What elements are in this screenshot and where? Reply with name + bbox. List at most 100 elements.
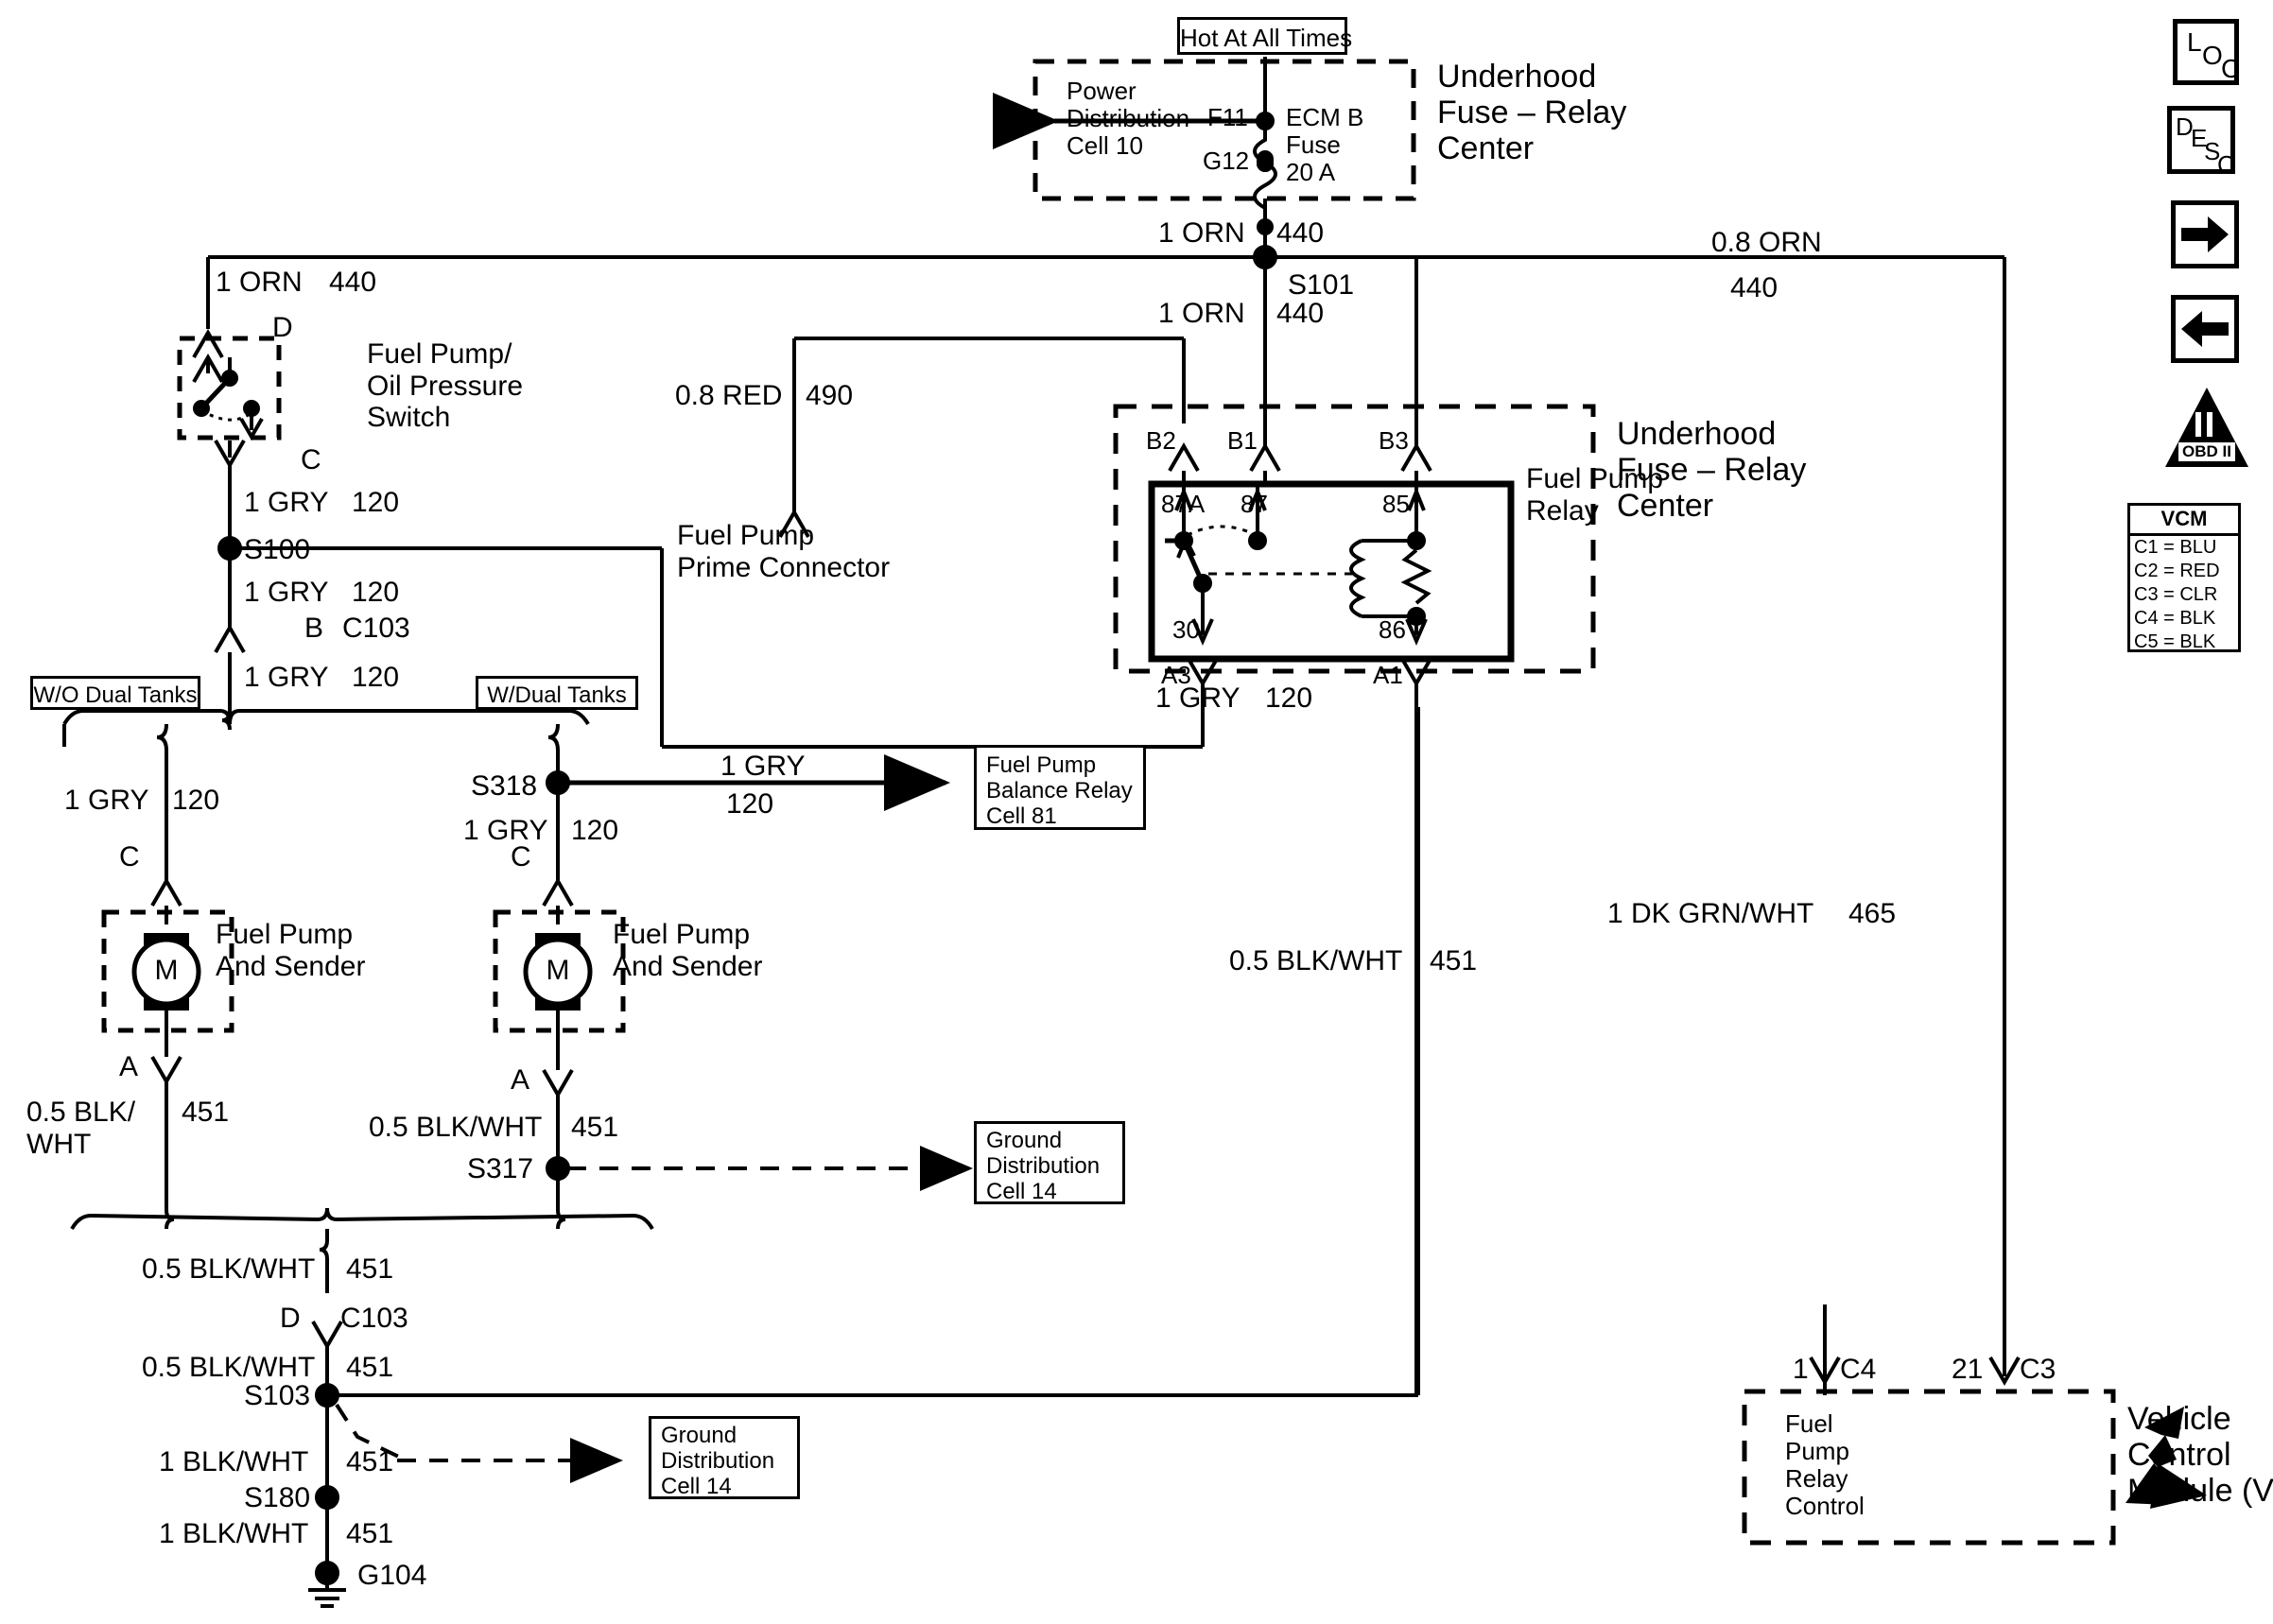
relay-terminal-30: 30 [1172,615,1200,644]
wire-1-gry-120-b: 1 GRY [244,577,329,608]
loc-letter-o: O [2202,41,2223,70]
connector-c-oil-switch: C [301,444,321,475]
wo-dual-tanks-label: W/O Dual Tanks [33,682,198,708]
wire-1-orn-440-main-number: 440 [1276,217,1325,249]
splice-s317-label: S317 [467,1153,534,1184]
wire-05-blkwht-right: 0.5 BLK/WHT [369,1112,543,1143]
wire-1-blkwht-b: 1 BLK/WHT [159,1518,309,1549]
connector-b3: B3 [1379,426,1409,455]
wire-05-blkwht-trunk1: 0.5 BLK/WHT [142,1253,316,1285]
loc-letter-l: L [2187,27,2202,57]
connector-a-pump-left: A [119,1051,139,1082]
wire-1-gry-balance: 1 GRY [720,751,806,782]
vcm-pin-c3-number: 21 [1952,1354,1984,1385]
relay-terminal-85: 85 [1382,490,1410,518]
wire-1-gry-120-a-number: 120 [352,487,400,518]
connector-c103-bot-pin: D [280,1303,301,1334]
wire-1-gry-120-left-tank: 1 GRY [64,785,149,816]
loc-button[interactable]: L O C [2173,19,2241,85]
wire-05-blkwht-left-number: 451 [182,1097,230,1128]
splice-s180-label: S180 [244,1482,311,1513]
wire-1-blkwht-b-number: 451 [346,1518,394,1549]
connector-c-pump-left: C [119,841,140,872]
wire-1-orn-440-s101: 1 ORN [1158,298,1245,329]
wire-1-gry-120-c-number: 120 [352,662,400,693]
wo-dual-tanks-tag: W/O Dual Tanks [30,676,200,710]
oil-pressure-switch-label: Fuel Pump/ Oil Pressure Switch [367,338,524,434]
desc-button[interactable]: D E S C [2167,106,2235,179]
vcm-pin-c4-number: 1 [1793,1354,1809,1385]
ground-distribution-ref-box-2: Ground Distribution Cell 14 [649,1416,800,1499]
ecm-b-fuse-label: ECM B Fuse 20 A [1286,103,1364,187]
connector-c103-bot: C103 [340,1303,408,1334]
wire-08-orn-440-number: 440 [1730,272,1778,303]
wire-1-gry-120-relay: 1 GRY [1155,682,1241,714]
fuel-pump-prime-connector-label: Fuel Pump Prime Connector [677,520,891,583]
relay-terminal-87: 87 [1241,490,1268,518]
wire-1-gry-120-left-tank-number: 120 [172,785,220,816]
splice-s103-label: S103 [244,1380,311,1411]
wire-05-blkwht-trunk2-number: 451 [346,1352,394,1383]
fuel-pump-sender-right-label: Fuel Pump And Sender [613,919,763,982]
wire-05-blkwht-relay-number: 451 [1430,945,1478,976]
wire-1-blkwht-a: 1 BLK/WHT [159,1446,309,1477]
forward-button[interactable] [2171,200,2239,268]
ground-distribution-ref-box-1: Ground Distribution Cell 14 [974,1121,1125,1204]
loc-letter-c: C [2221,54,2241,83]
underhood-fuse-relay-center-top-label: Underhood Fuse – Relay Center [1437,59,1627,167]
vcm-legend-row: C4 = BLK [2134,608,2216,629]
connector-b1: B1 [1227,426,1258,455]
obd-ii-badge[interactable]: OBD II [2163,386,2250,471]
connector-a1: A1 [1373,661,1403,689]
wire-1-dkgrnwht-465: 1 DK GRN/WHT [1607,898,1814,929]
wire-1-gry-balance-number: 120 [726,788,774,820]
wire-1-orn-440-left-number: 440 [329,267,377,298]
obd-ii-text: OBD II [2182,442,2231,460]
vcm-function-label: Fuel Pump Relay Control [1785,1409,1865,1521]
wire-1-orn-440-s101-number: 440 [1276,298,1325,329]
wire-08-red-490: 0.8 RED [675,380,783,411]
ground-distribution-ref-label-2: Ground Distribution Cell 14 [661,1423,775,1499]
wire-05-blkwht-trunk1-number: 451 [346,1253,394,1285]
wire-1-gry-120-right-tank-number: 120 [571,815,619,846]
wire-05-blkwht-relay: 0.5 BLK/WHT [1229,945,1403,976]
connector-c103-top-pin: B [304,613,324,644]
wiring-diagram-canvas: Hot At All Times Power Distribution Cell… [0,0,2273,1624]
fuse-terminal-f11: F11 [1207,103,1248,131]
vcm-legend-row: C5 = BLK [2134,631,2216,652]
w-dual-tanks-label: W/Dual Tanks [487,682,627,708]
splice-s318-label: S318 [471,770,538,802]
wire-1-orn-440-main: 1 ORN [1158,217,1245,249]
vcm-connector-c4: C4 [1840,1354,1877,1385]
fuel-pump-sender-left-label: Fuel Pump And Sender [216,919,366,982]
wire-1-gry-120-a: 1 GRY [244,487,329,518]
wire-1-dkgrnwht-465-number: 465 [1848,898,1897,929]
wire-1-blkwht-a-number: 451 [346,1446,394,1477]
fuse-terminal-g12: G12 [1203,147,1250,175]
desc-letter-c: C [2217,150,2235,179]
power-distribution-ref: Power Distribution Cell 10 [1067,77,1190,161]
ground-g104-label: G104 [357,1560,427,1591]
wire-1-gry-120-relay-number: 120 [1265,682,1313,714]
connector-b2: B2 [1146,426,1176,455]
vcm-legend-row: C3 = CLR [2134,584,2218,605]
back-button[interactable] [2171,295,2239,363]
underhood-fuse-relay-center-label: Underhood Fuse – Relay Center [1617,416,1807,525]
motor-symbol-left: M [154,955,179,986]
vcm-legend-row: C1 = BLU [2134,537,2217,558]
wire-1-orn-440-left: 1 ORN [216,267,303,298]
wire-05-blkwht-trunk2: 0.5 BLK/WHT [142,1352,316,1383]
hot-at-all-times-box: Hot At All Times [1177,17,1352,55]
connector-d-oil-switch: D [272,312,293,343]
motor-symbol-right: M [546,955,570,986]
connector-c103-top: C103 [342,613,410,644]
wire-08-orn-440: 0.8 ORN [1711,227,1822,258]
vcm-legend-title: VCM [2130,506,2238,536]
relay-terminal-86: 86 [1379,615,1406,644]
vcm-module-label: Vehicle Control Module (VCM) [2127,1401,2273,1510]
wire-1-gry-120-right-tank: 1 GRY [463,815,548,846]
wire-08-red-490-number: 490 [806,380,854,411]
forward-arrow-icon [2181,216,2229,252]
wire-05-blkwht-left: 0.5 BLK/ WHT [26,1097,136,1160]
connector-c-pump-right: C [511,841,531,872]
